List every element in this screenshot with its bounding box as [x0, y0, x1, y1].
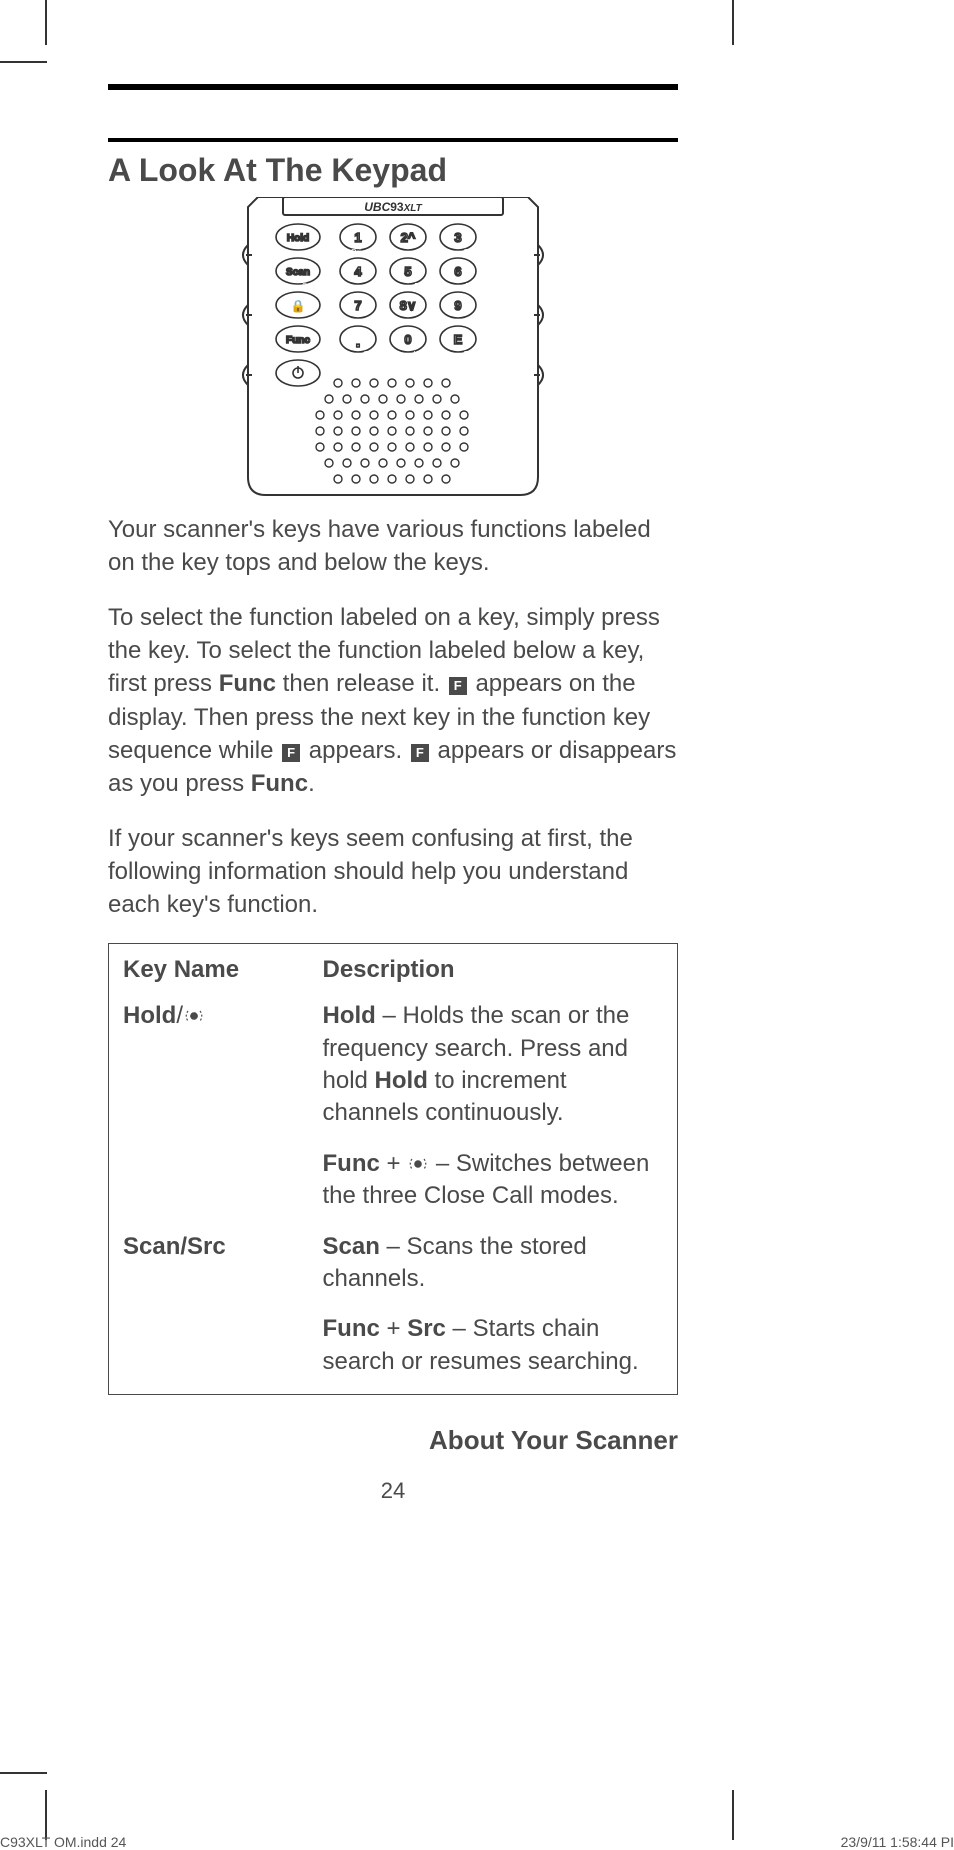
svg-text:🔒: 🔒 [291, 299, 306, 313]
close-call-icon [184, 1007, 204, 1025]
key-name-suffix: / [176, 1002, 183, 1029]
desc-bold: Scan [323, 1233, 380, 1260]
table-row: Scan/Src Scan – Scans the stored channel… [109, 1223, 678, 1306]
svg-text:Svc: Svc [463, 248, 476, 257]
svg-text:Func: Func [286, 335, 310, 346]
table-row: Func + Src – Starts chain search or resu… [109, 1305, 678, 1394]
f-indicator-icon: F [449, 677, 467, 695]
func-label: Func [219, 670, 276, 697]
cell-key-name: Scan/Src [109, 1223, 309, 1306]
svg-text:E: E [454, 332, 463, 347]
slug-timestamp: 23/9/11 1:58:44 PI [841, 1834, 954, 1850]
f-indicator-icon: F [411, 744, 429, 762]
crop-mark [45, 0, 47, 45]
desc-text: + [380, 1315, 407, 1342]
text: appears. [302, 737, 409, 764]
text: . [308, 770, 315, 797]
desc-bold: Hold [375, 1067, 428, 1094]
key-function-table: Key Name Description Hold/ Hold – Holds … [108, 943, 678, 1395]
keypad-illustration: UBC93XLT Hold 1 2^ 3 Pri Svc Scan 4 5 6 … [228, 197, 558, 497]
desc-bold: Func [323, 1150, 380, 1177]
desc-bold: Hold [323, 1002, 376, 1029]
cell-description: Func + – Switches between the three Clos… [309, 1140, 678, 1223]
svg-text:UBC93XLT: UBC93XLT [364, 200, 422, 214]
intro-paragraph-2: To select the function labeled on a key,… [108, 601, 678, 800]
desc-bold: Src [407, 1315, 446, 1342]
page-number: 24 [108, 1478, 678, 1504]
intro-paragraph-1: Your scanner's keys have various functio… [108, 513, 678, 579]
intro-paragraph-3: If your scanner's keys seem confusing at… [108, 822, 678, 921]
desc-bold: Func [323, 1315, 380, 1342]
svg-text:Pri: Pri [351, 248, 361, 257]
cell-description: Scan – Scans the stored channels. [309, 1223, 678, 1306]
svg-text:9: 9 [454, 298, 461, 313]
key-name-bold: Scan/Src [123, 1233, 226, 1260]
crop-mark [0, 61, 47, 63]
crop-mark [732, 1790, 734, 1840]
cell-description: Func + Src – Starts chain search or resu… [309, 1305, 678, 1394]
cell-key-name: Hold/ [109, 992, 309, 1140]
svg-text:4: 4 [354, 264, 362, 279]
svg-text:6: 6 [454, 264, 461, 279]
svg-text:8∨: 8∨ [400, 298, 417, 313]
table-header-row: Key Name Description [109, 944, 678, 993]
svg-text:0: 0 [404, 332, 411, 347]
svg-text:Scan: Scan [286, 267, 310, 278]
section-heading: A Look At The Keypad [108, 152, 678, 189]
f-indicator-icon: F [282, 744, 300, 762]
key-name-bold: Hold [123, 1002, 176, 1029]
table-row: Func + – Switches between the three Clos… [109, 1140, 678, 1223]
svg-text:Hold: Hold [287, 233, 309, 244]
running-footer: About Your Scanner [108, 1425, 678, 1456]
header-description: Description [309, 944, 678, 993]
close-call-icon [408, 1155, 428, 1173]
cell-description: Hold – Holds the scan or the frequency s… [309, 992, 678, 1140]
horizontal-rule-thick [108, 84, 678, 90]
crop-mark [0, 1772, 47, 1774]
svg-text:L/O: L/O [414, 350, 427, 359]
func-label: Func [251, 770, 308, 797]
text: then release it. [276, 670, 447, 697]
svg-text:Dly: Dly [414, 282, 426, 291]
table-row: Hold/ Hold – Holds the scan or the frequ… [109, 992, 678, 1140]
svg-text:Src: Src [302, 282, 314, 291]
svg-text:2^: 2^ [401, 230, 416, 245]
header-key-name: Key Name [109, 944, 309, 993]
horizontal-rule-thin [108, 138, 678, 142]
desc-text: + [380, 1150, 407, 1177]
svg-text:PSrc: PSrc [465, 282, 482, 291]
svg-text:1: 1 [354, 230, 361, 245]
crop-mark [732, 0, 734, 45]
slug-filename: C93XLT OM.indd 24 [0, 1834, 126, 1850]
svg-text:.: . [355, 331, 360, 351]
crop-mark [45, 1790, 47, 1840]
svg-text:3: 3 [454, 230, 461, 245]
svg-text:Pgm: Pgm [464, 350, 481, 359]
svg-text:5: 5 [404, 264, 411, 279]
svg-text:7: 7 [354, 298, 361, 313]
svg-text:Clr: Clr [363, 350, 374, 359]
